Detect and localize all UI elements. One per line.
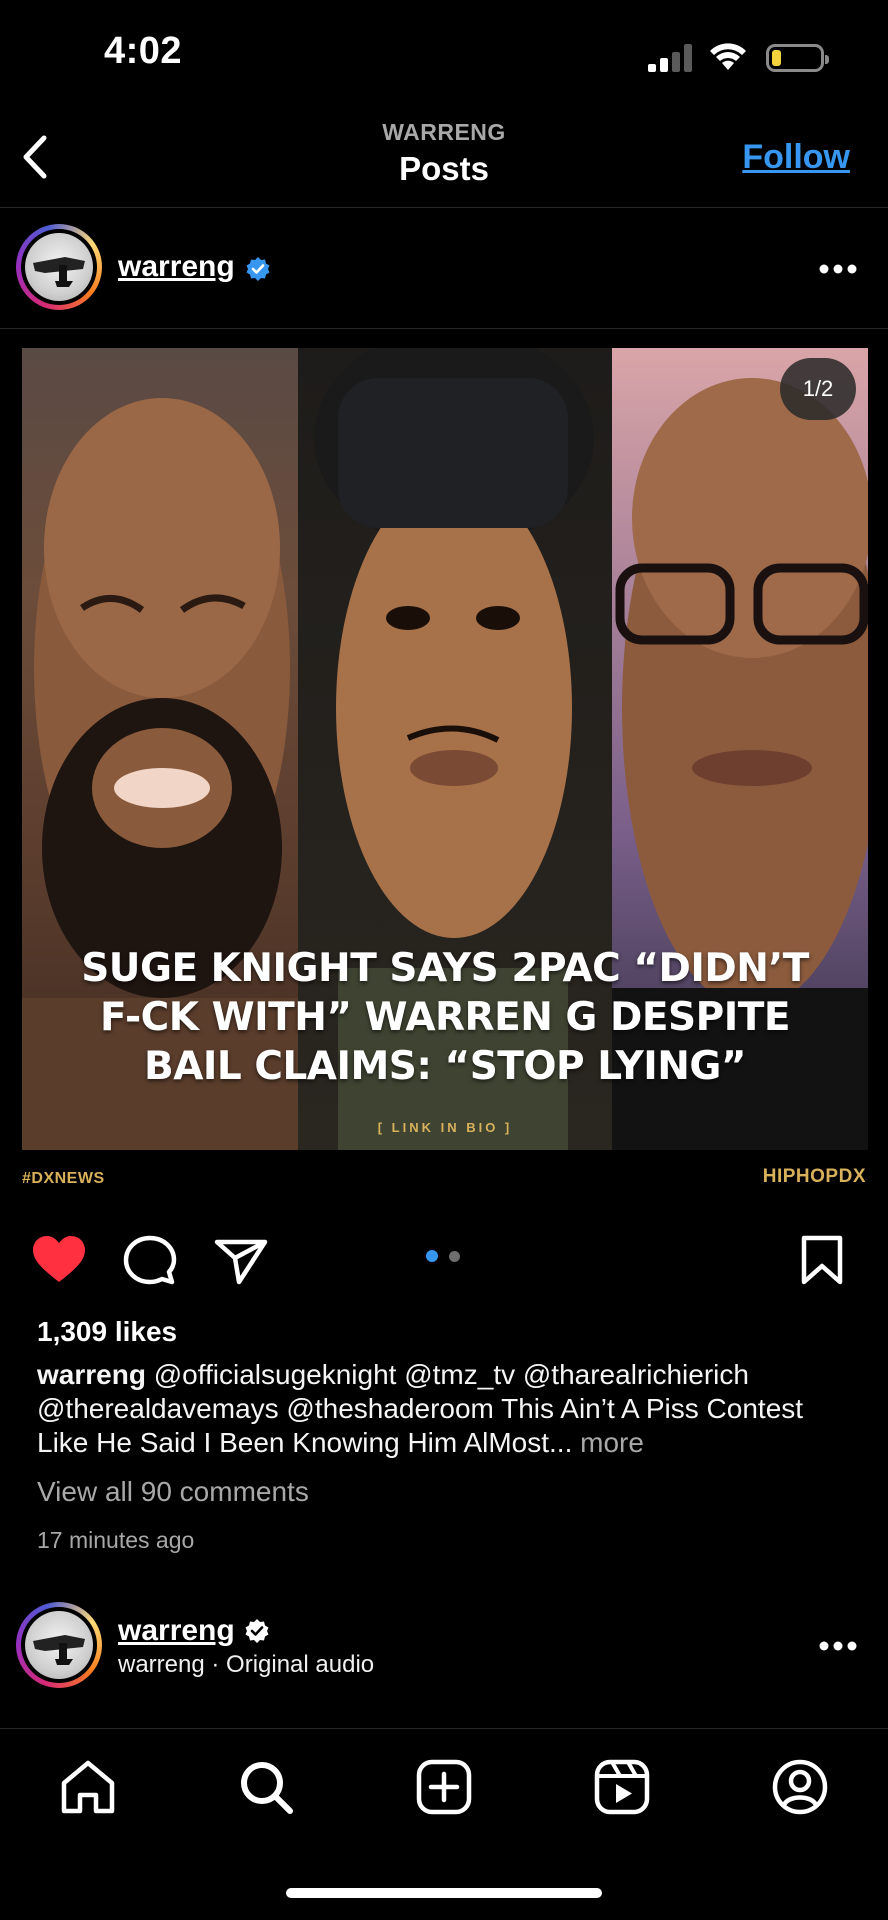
status-time: 4:02 <box>104 30 183 72</box>
carousel-counter: 1/2 <box>780 358 856 420</box>
post-image[interactable]: SUGE KNIGHT SAYS 2PAC “DIDN’T F-CK WITH”… <box>22 348 868 1150</box>
bookmark-icon[interactable] <box>794 1234 850 1286</box>
carousel-dot-2 <box>449 1251 460 1262</box>
link-in-bio-text: [ LINK IN BIO ] <box>377 1120 513 1135</box>
verified-badge-icon <box>246 257 270 281</box>
caption-text: @officialsugeknight @tmz_tv @tharealrich… <box>37 1359 804 1458</box>
post-header-divider <box>0 328 888 329</box>
header-divider <box>0 207 888 208</box>
image-hashtag: #DXNEWS <box>22 1170 105 1187</box>
caption: warreng @officialsugeknight @tmz_tv @tha… <box>37 1358 857 1460</box>
search-icon[interactable] <box>236 1757 296 1817</box>
battery-icon <box>766 44 829 72</box>
cellular-signal-icon <box>648 44 692 72</box>
image-brand-logo: HIPHOPDX <box>762 1166 866 1187</box>
caption-username[interactable]: warreng <box>37 1359 146 1390</box>
home-indicator <box>286 1888 602 1898</box>
likes-count[interactable]: 1,309 likes <box>37 1316 177 1348</box>
heart-filled-icon[interactable] <box>31 1234 87 1286</box>
follow-button[interactable]: Follow <box>742 138 850 177</box>
send-icon[interactable] <box>213 1234 269 1286</box>
create-icon[interactable] <box>414 1757 474 1817</box>
post-username[interactable]: warreng <box>118 250 235 284</box>
wifi-icon <box>710 43 746 70</box>
reels-icon[interactable] <box>592 1757 652 1817</box>
next-post-avatar[interactable] <box>16 1602 102 1688</box>
tabbar-divider <box>0 1728 888 1729</box>
image-headline: SUGE KNIGHT SAYS 2PAC “DIDN’T F-CK WITH”… <box>22 944 868 1091</box>
view-comments-link[interactable]: View all 90 comments <box>37 1476 309 1508</box>
headline-line-1: SUGE KNIGHT SAYS 2PAC “DIDN’T <box>81 946 809 991</box>
original-audio-link[interactable]: warreng · Original audio <box>118 1651 374 1679</box>
comment-icon[interactable] <box>122 1234 178 1286</box>
headline-line-2: F-CK WITH” WARREN G DESPITE <box>100 995 790 1040</box>
next-post-username[interactable]: warreng <box>118 1614 235 1648</box>
home-icon[interactable] <box>58 1757 118 1817</box>
verified-badge-icon <box>245 1619 269 1643</box>
post-timestamp: 17 minutes ago <box>37 1527 195 1553</box>
headline-line-3: BAIL CLAIMS: “STOP LYING” <box>143 1044 747 1089</box>
avatar[interactable] <box>16 224 102 310</box>
carousel-dot-1 <box>426 1250 438 1262</box>
more-icon[interactable] <box>818 263 858 275</box>
more-icon[interactable] <box>818 1640 858 1652</box>
profile-icon[interactable] <box>770 1757 830 1817</box>
caption-more-link[interactable]: more <box>572 1427 644 1458</box>
